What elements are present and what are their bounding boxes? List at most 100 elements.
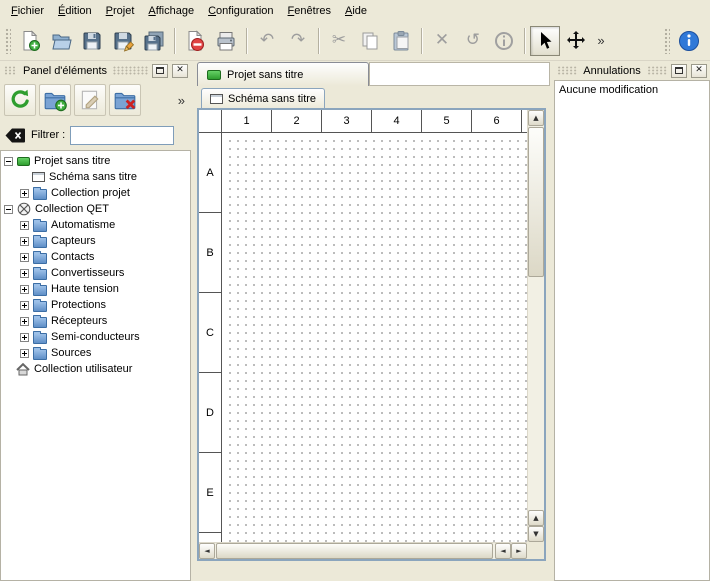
paste-button[interactable] — [386, 26, 416, 56]
expand-expander-icon[interactable] — [20, 317, 29, 326]
horizontal-scrollbar[interactable]: ◄ ◄ ► — [199, 542, 527, 559]
scroll-left-button[interactable]: ◄ — [495, 543, 511, 559]
schema-canvas[interactable] — [223, 134, 527, 542]
tree-item-collection-qet[interactable]: Collection QET — [1, 201, 190, 217]
tree-item-sources[interactable]: Sources — [1, 345, 190, 361]
folder-icon — [33, 317, 47, 328]
dock-grip[interactable] — [3, 66, 17, 75]
expand-expander-icon[interactable] — [20, 237, 29, 246]
scroll-left-button[interactable]: ◄ — [199, 543, 215, 559]
close-panel-button[interactable]: ✕ — [172, 64, 188, 78]
tree-item-projet-sans-titre[interactable]: Projet sans titre — [1, 153, 190, 169]
rotate-button[interactable]: ↺ — [458, 26, 488, 56]
edit-element-button[interactable] — [74, 84, 106, 116]
expand-expander-icon[interactable] — [20, 221, 29, 230]
expand-expander-icon[interactable] — [20, 301, 29, 310]
scroll-down-button[interactable]: ▼ — [528, 526, 544, 542]
collapse-expander-icon[interactable] — [4, 205, 13, 214]
save-all-button[interactable] — [139, 26, 169, 56]
pan-mode-button[interactable] — [561, 26, 591, 56]
delete-button[interactable]: ✕ — [427, 26, 457, 56]
menu-affichage[interactable]: Affichage — [141, 2, 201, 20]
menu-fenetres[interactable]: Fenêtres — [281, 2, 338, 20]
ruler-column-label: 6 — [472, 110, 522, 132]
print-button[interactable] — [211, 26, 241, 56]
menu-aide[interactable]: Aide — [338, 2, 374, 20]
about-button[interactable] — [674, 26, 704, 56]
horizontal-scrollbar-thumb[interactable] — [216, 543, 493, 559]
tree-item-automatisme[interactable]: Automatisme — [1, 217, 190, 233]
menu-fichier[interactable]: Fichier — [4, 2, 51, 20]
close-file-button[interactable] — [180, 26, 210, 56]
select-arrow-icon — [534, 30, 556, 52]
panel-toolbar-overflow-button[interactable]: » — [176, 93, 187, 108]
vertical-scrollbar-thumb[interactable] — [528, 127, 544, 277]
expand-expander-icon[interactable] — [20, 269, 29, 278]
dock-grip[interactable] — [647, 66, 667, 75]
tree-item-haute-tension[interactable]: Haute tension — [1, 281, 190, 297]
vertical-scrollbar[interactable]: ▲ ▲ ▼ — [527, 110, 544, 542]
cut-button[interactable]: ✂ — [324, 26, 354, 56]
filter-input[interactable] — [70, 126, 174, 145]
scroll-up-button[interactable]: ▲ — [528, 510, 544, 526]
tree-item-label: Collection utilisateur — [34, 363, 132, 375]
collapse-expander-icon[interactable] — [4, 157, 13, 166]
open-file-button[interactable] — [46, 26, 76, 56]
folder-icon — [33, 189, 47, 200]
toolbar-overflow-button[interactable]: » — [592, 26, 610, 56]
schema-tab[interactable]: Schéma sans titre — [201, 88, 325, 109]
tree-item-collection-utilisateur[interactable]: Collection utilisateur — [1, 361, 190, 377]
main-toolbar: ↶ ↷ ✂ ✕ ↺ » — [0, 21, 710, 61]
delete-collection-button[interactable] — [109, 84, 141, 116]
tree-item-convertisseurs[interactable]: Convertisseurs — [1, 265, 190, 281]
toolbar-handle[interactable] — [5, 28, 11, 54]
menu-projet[interactable]: Projet — [99, 2, 142, 20]
ruler-column-label: 5 — [422, 110, 472, 132]
home-icon — [16, 363, 30, 376]
tree-item-label: Récepteurs — [51, 315, 107, 327]
undo-history-item[interactable]: Aucune modification — [555, 81, 709, 99]
tree-item-semi-conducteurs[interactable]: Semi-conducteurs — [1, 329, 190, 345]
clear-filter-icon[interactable] — [5, 128, 26, 143]
schema-icon — [210, 94, 223, 104]
expand-expander-icon[interactable] — [20, 189, 29, 198]
dock-grip[interactable] — [113, 66, 148, 75]
tree-item-contacts[interactable]: Contacts — [1, 249, 190, 265]
select-mode-button[interactable] — [530, 26, 560, 56]
scroll-right-button[interactable]: ► — [511, 543, 527, 559]
scroll-up-button[interactable]: ▲ — [528, 110, 544, 126]
project-icon — [17, 157, 30, 166]
menu-edition[interactable]: Édition — [51, 2, 99, 20]
tree-item-schema-sans-titre[interactable]: Schéma sans titre — [1, 169, 190, 185]
edit-element-icon — [78, 88, 102, 112]
undo-button[interactable]: ↶ — [252, 26, 282, 56]
save-as-button[interactable] — [108, 26, 138, 56]
expand-expander-icon[interactable] — [20, 285, 29, 294]
redo-button[interactable]: ↷ — [283, 26, 313, 56]
expand-expander-icon[interactable] — [20, 253, 29, 262]
tree-item-recepteurs[interactable]: Récepteurs — [1, 313, 190, 329]
new-document-button[interactable] — [15, 26, 45, 56]
tree-item-protections[interactable]: Protections — [1, 297, 190, 313]
expand-expander-icon[interactable] — [20, 349, 29, 358]
expand-expander-icon[interactable] — [20, 333, 29, 342]
copy-button[interactable] — [355, 26, 385, 56]
new-collection-icon — [43, 88, 67, 112]
menu-configuration[interactable]: Configuration — [201, 2, 280, 20]
right-arrow-icon: ► — [516, 547, 521, 555]
toolbar-handle[interactable] — [664, 28, 670, 54]
close-panel-button[interactable]: ✕ — [691, 64, 707, 78]
column-ruler: 1 2 3 4 5 6 — [222, 110, 527, 133]
float-window-icon — [156, 67, 164, 74]
new-collection-button[interactable] — [39, 84, 71, 116]
tree-item-capteurs[interactable]: Capteurs — [1, 233, 190, 249]
object-info-button[interactable] — [489, 26, 519, 56]
save-button[interactable] — [77, 26, 107, 56]
reload-collections-button[interactable] — [4, 84, 36, 116]
float-panel-button[interactable] — [671, 64, 687, 78]
dock-grip[interactable] — [557, 66, 577, 75]
float-panel-button[interactable] — [152, 64, 168, 78]
project-tab[interactable]: Projet sans titre — [197, 62, 369, 86]
ruler-row-label: B — [199, 213, 221, 293]
tree-item-collection-projet[interactable]: Collection projet — [1, 185, 190, 201]
